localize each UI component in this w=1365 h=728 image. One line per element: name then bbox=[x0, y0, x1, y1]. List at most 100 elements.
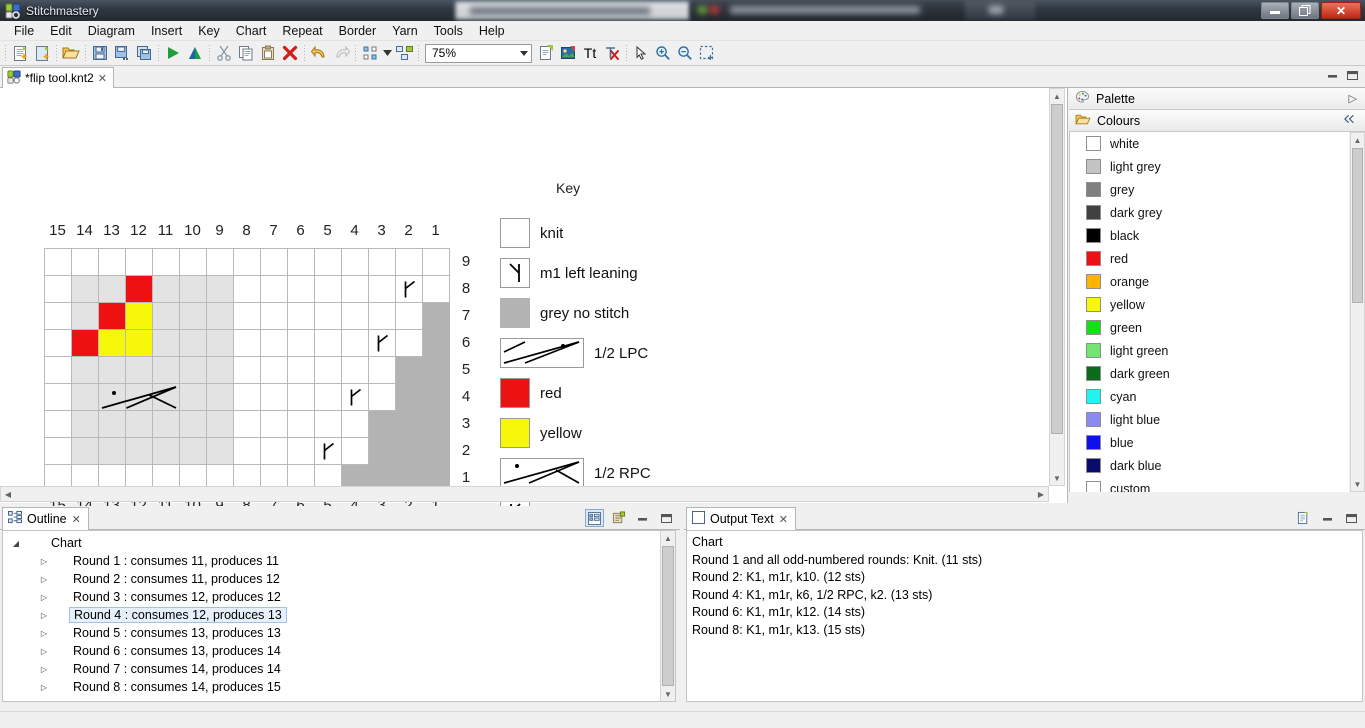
chart-cell[interactable] bbox=[207, 330, 234, 357]
expand-arrow-icon[interactable]: ▷ bbox=[37, 593, 51, 602]
outline-round-row[interactable]: ▷Round 3 : consumes 12, produces 12 bbox=[9, 588, 675, 606]
menu-item-tools[interactable]: Tools bbox=[426, 22, 471, 40]
chart-cell[interactable] bbox=[315, 276, 342, 303]
outline-round-row[interactable]: ▷Round 7 : consumes 14, produces 14 bbox=[9, 660, 675, 678]
close-icon[interactable]: ✕ bbox=[98, 72, 107, 85]
chart-cell[interactable] bbox=[261, 303, 288, 330]
chart-cell[interactable] bbox=[234, 411, 261, 438]
chart-cell[interactable] bbox=[396, 357, 423, 384]
chart-cell[interactable] bbox=[369, 249, 396, 276]
chart-cell[interactable] bbox=[261, 384, 288, 411]
chart-cell[interactable] bbox=[207, 249, 234, 276]
palette-colour-item[interactable]: yellow bbox=[1070, 293, 1349, 316]
chart-cell[interactable] bbox=[342, 303, 369, 330]
chart-cell[interactable] bbox=[423, 249, 450, 276]
chart-cell[interactable] bbox=[99, 276, 126, 303]
chart-cell[interactable] bbox=[288, 357, 315, 384]
outline-round-row[interactable]: ▷Round 5 : consumes 13, produces 13 bbox=[9, 624, 675, 642]
zoom-in-icon[interactable] bbox=[652, 42, 674, 64]
palette-colour-item[interactable]: dark green bbox=[1070, 362, 1349, 385]
chart-grid[interactable] bbox=[44, 248, 450, 492]
chart-cell[interactable] bbox=[315, 249, 342, 276]
chart-cell[interactable] bbox=[72, 411, 99, 438]
chart-cell[interactable] bbox=[126, 303, 153, 330]
outline-tab-row[interactable]: Outline ✕ bbox=[0, 506, 680, 530]
chart-cell[interactable] bbox=[423, 411, 450, 438]
maximize-icon[interactable] bbox=[657, 509, 676, 527]
chart-cell[interactable] bbox=[126, 438, 153, 465]
chart-cell[interactable] bbox=[396, 330, 423, 357]
palette-colour-item[interactable]: dark blue bbox=[1070, 454, 1349, 477]
chart-cell[interactable] bbox=[315, 357, 342, 384]
chart-cell[interactable] bbox=[288, 330, 315, 357]
expand-arrow-icon[interactable]: ▷ bbox=[37, 611, 51, 620]
minimize-icon[interactable] bbox=[633, 509, 652, 527]
chart-cell[interactable] bbox=[342, 330, 369, 357]
chart-cell[interactable] bbox=[342, 276, 369, 303]
save-as-icon[interactable] bbox=[111, 42, 133, 64]
clear-formatting-icon[interactable] bbox=[601, 42, 623, 64]
scroll-up-arrow-icon[interactable]: ▲ bbox=[661, 531, 675, 545]
colour-swatch[interactable] bbox=[1086, 343, 1101, 358]
palette-colour-item[interactable]: light green bbox=[1070, 339, 1349, 362]
open-folder-icon[interactable] bbox=[60, 42, 82, 64]
chart-cell[interactable] bbox=[99, 411, 126, 438]
colour-swatch[interactable] bbox=[1086, 366, 1101, 381]
palette-colour-item[interactable]: green bbox=[1070, 316, 1349, 339]
m1-right-icon[interactable] bbox=[396, 276, 423, 303]
m1-right-icon[interactable] bbox=[315, 438, 342, 465]
chart-cell[interactable] bbox=[315, 384, 342, 411]
chart-cell[interactable] bbox=[369, 357, 396, 384]
copy-icon[interactable] bbox=[235, 42, 257, 64]
chart-cell[interactable] bbox=[234, 249, 261, 276]
chart-cell[interactable] bbox=[315, 330, 342, 357]
expand-arrow-icon[interactable]: ▷ bbox=[37, 665, 51, 674]
editor-vertical-scrollbar[interactable]: ▲ ▼ bbox=[1049, 88, 1065, 486]
dropdown-arrow-icon[interactable] bbox=[381, 42, 393, 64]
outline-round-row[interactable]: ▷Round 4 : consumes 12, produces 13 bbox=[9, 606, 675, 624]
chart-cell[interactable] bbox=[234, 276, 261, 303]
chart-cell[interactable] bbox=[207, 276, 234, 303]
redo-icon[interactable] bbox=[330, 42, 352, 64]
chart-cell[interactable] bbox=[234, 303, 261, 330]
text-tool-icon[interactable]: Tt bbox=[579, 42, 601, 64]
group-icon[interactable] bbox=[393, 42, 415, 64]
scroll-up-arrow-icon[interactable]: ▲ bbox=[1050, 89, 1064, 103]
chart-cell[interactable] bbox=[45, 438, 72, 465]
chart-cell[interactable] bbox=[342, 438, 369, 465]
expand-arrow-icon[interactable]: ▷ bbox=[37, 629, 51, 638]
close-icon[interactable]: ✕ bbox=[72, 513, 81, 526]
expand-arrow-icon[interactable]: ▷ bbox=[37, 575, 51, 584]
palette-panel[interactable]: Palette ▷ Colours whitelight greygreydar… bbox=[1069, 88, 1365, 503]
chart-cell[interactable] bbox=[207, 411, 234, 438]
outline-round-row[interactable]: ▷Round 1 : consumes 11, produces 11 bbox=[9, 552, 675, 570]
chart-cell[interactable] bbox=[180, 330, 207, 357]
menubar[interactable]: File Edit Diagram Insert Key Chart Repea… bbox=[0, 21, 1365, 41]
chart-cell[interactable] bbox=[288, 384, 315, 411]
chart-cell[interactable] bbox=[72, 384, 99, 411]
chart-cell[interactable] bbox=[342, 249, 369, 276]
m1-right-icon[interactable] bbox=[369, 330, 396, 357]
key-entry[interactable]: grey no stitch bbox=[500, 293, 651, 333]
pointer-icon[interactable] bbox=[630, 42, 652, 64]
scroll-right-arrow-icon[interactable]: ▶ bbox=[1034, 487, 1048, 501]
expand-arrow-icon[interactable]: ▷ bbox=[37, 647, 51, 656]
chart-cell[interactable] bbox=[369, 276, 396, 303]
tree-layout-icon[interactable] bbox=[585, 509, 604, 527]
menu-item-diagram[interactable]: Diagram bbox=[80, 22, 143, 40]
menu-item-help[interactable]: Help bbox=[471, 22, 513, 40]
menu-item-insert[interactable]: Insert bbox=[143, 22, 190, 40]
chart-cell[interactable] bbox=[234, 384, 261, 411]
chart-cell[interactable] bbox=[72, 330, 99, 357]
scroll-down-arrow-icon[interactable]: ▼ bbox=[661, 687, 675, 701]
palette-colour-item[interactable]: custom bbox=[1070, 477, 1349, 492]
chart-cell[interactable] bbox=[126, 411, 153, 438]
chart-cell[interactable] bbox=[261, 276, 288, 303]
editor-tab-flip-tool[interactable]: *flip tool.knt2 ✕ bbox=[2, 67, 114, 88]
chart-cell[interactable] bbox=[45, 276, 72, 303]
chart-cell[interactable] bbox=[369, 384, 396, 411]
chart-cell[interactable] bbox=[207, 357, 234, 384]
chart-cell[interactable] bbox=[153, 276, 180, 303]
maximize-icon[interactable] bbox=[1342, 509, 1361, 527]
chart-cell[interactable] bbox=[288, 303, 315, 330]
